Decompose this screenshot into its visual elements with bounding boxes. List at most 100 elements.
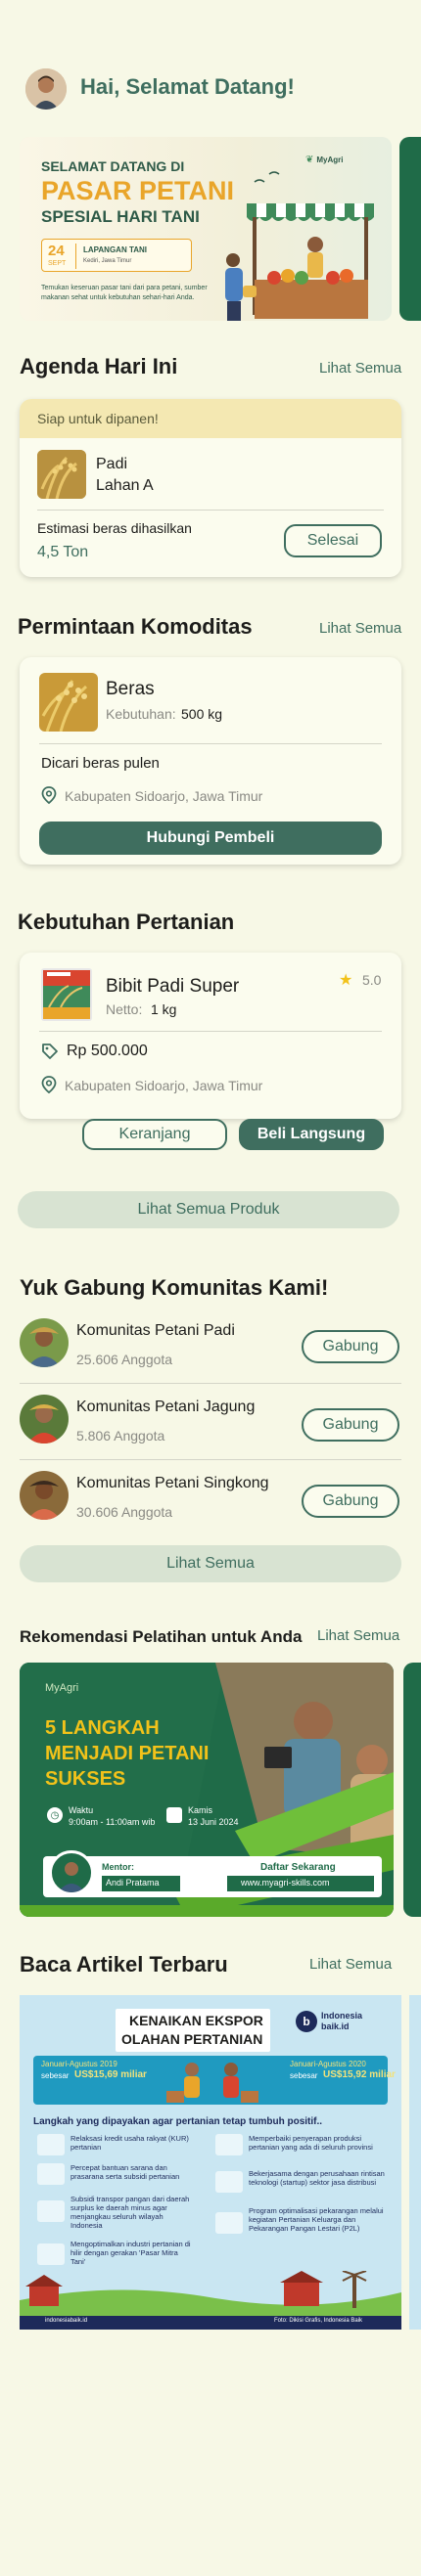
point-text: Bekerjasama dengan perusahaan rintisan t… bbox=[249, 2169, 385, 2187]
agenda-estimate-label: Estimasi beras dihasilkan bbox=[37, 520, 192, 536]
location-pin-icon bbox=[41, 786, 57, 804]
agenda-field: Lahan A bbox=[96, 477, 154, 494]
articles-see-all-link[interactable]: Lihat Semua bbox=[309, 1956, 392, 1973]
banner-date-badge: 24 SEPT LAPANGAN TANI Kediri, Jawa Timur bbox=[41, 239, 192, 272]
done-button[interactable]: Selesai bbox=[284, 524, 382, 557]
community-avatar bbox=[20, 1318, 69, 1367]
community-members: 25.606 Anggota bbox=[76, 1352, 173, 1367]
join-community-button[interactable]: Gabung bbox=[302, 1408, 399, 1442]
agenda-crop: Padi bbox=[96, 456, 128, 472]
article-headline2: OLAHAN PERTANIAN bbox=[121, 2031, 263, 2047]
cart-button[interactable]: Keranjang bbox=[82, 1119, 227, 1150]
market-stall-illustration bbox=[225, 171, 374, 321]
banner-brand-name: MyAgri bbox=[316, 155, 344, 164]
article-footer-right: Foto: Dikisi Grafis, Indonesia Baik bbox=[274, 2318, 363, 2324]
product-price: Rp 500.000 bbox=[67, 1043, 148, 1059]
banner-line2: PASAR PETANI bbox=[41, 176, 235, 205]
left-value-prefix: sebesar bbox=[41, 2071, 70, 2080]
buy-now-button[interactable]: Beli Langsung bbox=[239, 1119, 384, 1150]
commodity-title: Permintaan Komoditas bbox=[18, 614, 253, 639]
farmers-illustration bbox=[166, 2063, 258, 2103]
product-card[interactable]: Bibit Padi Super ★ 5.0 Netto: 1 kg Rp 50… bbox=[20, 953, 401, 1119]
community-item[interactable]: Komunitas Petani Padi 25.606 Anggota Gab… bbox=[20, 1318, 401, 1383]
join-community-button[interactable]: Gabung bbox=[302, 1330, 399, 1363]
see-all-products-button[interactable]: Lihat Semua Produk bbox=[18, 1191, 399, 1228]
right-value-prefix: sebesar bbox=[290, 2071, 318, 2080]
point-text: Memperbaiki penyerapan produksi pertania… bbox=[249, 2134, 373, 2152]
product-location: Kabupaten Sidoarjo, Jawa Timur bbox=[65, 1078, 263, 1093]
commodity-name: Beras bbox=[106, 679, 155, 699]
banner-venue-sub: Kediri, Jawa Timur bbox=[83, 258, 132, 264]
join-community-button[interactable]: Gabung bbox=[302, 1485, 399, 1518]
training-headline3: SUKSES bbox=[45, 1768, 126, 1790]
training-see-all-link[interactable]: Lihat Semua bbox=[317, 1627, 399, 1644]
community-item[interactable]: Komunitas Petani Singkong 30.606 Anggota… bbox=[20, 1471, 401, 1535]
banner-date-month: SEPT bbox=[48, 260, 67, 267]
agenda-estimate-value: 4,5 Ton bbox=[37, 544, 89, 560]
article-subhead: Langkah yang dipayakan agar pertanian te… bbox=[33, 2116, 323, 2127]
point-text: Mengoptimalkan industri pertanian di hil… bbox=[70, 2240, 191, 2266]
community-members: 30.606 Anggota bbox=[76, 1504, 173, 1520]
training-time-value: 9:00am - 11:00am wib bbox=[69, 1817, 156, 1827]
right-period: Januari-Agustus 2020 bbox=[290, 2060, 366, 2068]
calendar-icon bbox=[166, 1807, 182, 1823]
register-url[interactable]: www.myagri-skills.com bbox=[241, 1878, 330, 1888]
clock-icon: ◷ bbox=[47, 1807, 63, 1823]
community-name: Komunitas Petani Jagung bbox=[76, 1399, 256, 1415]
price-tag-icon bbox=[41, 1043, 59, 1060]
point-icon bbox=[215, 2171, 243, 2193]
commodity-card[interactable]: Beras Kebutuhan: 500 kg Dicari beras pul… bbox=[20, 657, 401, 865]
rice-plant-image bbox=[37, 450, 86, 499]
article-next[interactable] bbox=[409, 1995, 421, 2330]
community-name: Komunitas Petani Padi bbox=[76, 1322, 235, 1339]
commodity-divider bbox=[39, 743, 382, 744]
training-banner-next[interactable] bbox=[403, 1663, 421, 1917]
contact-buyer-button[interactable]: Hubungi Pembeli bbox=[39, 822, 382, 855]
rice-grain-image bbox=[39, 673, 98, 732]
point-icon bbox=[37, 2243, 65, 2265]
training-brand: MyAgri bbox=[45, 1682, 79, 1694]
community-members: 5.806 Anggota bbox=[76, 1428, 165, 1443]
seed-package-image bbox=[39, 966, 94, 1023]
promo-banner[interactable]: SELAMAT DATANG DI PASAR PETANI SPESIAL H… bbox=[20, 137, 392, 321]
banner-line1: SELAMAT DATANG DI bbox=[41, 158, 185, 174]
product-netto-label: Netto: bbox=[106, 1001, 143, 1017]
community-avatar bbox=[20, 1471, 69, 1520]
banner-date-day: 24 bbox=[48, 243, 65, 259]
product-netto-value: 1 kg bbox=[151, 1001, 177, 1017]
article-headline1: KENAIKAN EKSPOR bbox=[129, 2013, 263, 2028]
source-logo-icon: b bbox=[296, 2011, 317, 2032]
left-value: US$15,69 miliar bbox=[74, 2069, 147, 2080]
commodity-see-all-link[interactable]: Lihat Semua bbox=[319, 620, 401, 637]
commodity-location: Kabupaten Sidoarjo, Jawa Timur bbox=[65, 788, 263, 804]
banner-line3: SPESIAL HARI TANI bbox=[41, 207, 200, 226]
banner-desc: Temukan keseruan pasar tani dari para pe… bbox=[41, 285, 208, 301]
location-pin-icon bbox=[41, 1076, 57, 1093]
community-divider bbox=[20, 1383, 401, 1384]
community-name: Komunitas Petani Singkong bbox=[76, 1475, 269, 1491]
mentor-label: Mentor: bbox=[102, 1862, 134, 1872]
article-infographic[interactable]: KENAIKAN EKSPOR OLAHAN PERTANIAN b Indon… bbox=[20, 1995, 401, 2330]
community-see-all-button[interactable]: Lihat Semua bbox=[20, 1545, 401, 1582]
community-divider bbox=[20, 1459, 401, 1460]
product-divider bbox=[39, 1031, 382, 1032]
agenda-see-all-link[interactable]: Lihat Semua bbox=[319, 360, 401, 377]
register-label: Daftar Sekarang bbox=[260, 1862, 336, 1873]
mentor-avatar bbox=[49, 1850, 94, 1895]
point-text: Program optimalisasi pekarangan melalui … bbox=[249, 2206, 384, 2233]
point-icon bbox=[215, 2212, 243, 2234]
training-headline1: 5 LANGKAH bbox=[45, 1717, 160, 1739]
agenda-status: Siap untuk dipanen! bbox=[37, 411, 159, 426]
promo-banner-next[interactable] bbox=[399, 137, 421, 321]
community-item[interactable]: Komunitas Petani Jagung 5.806 Anggota Ga… bbox=[20, 1395, 401, 1459]
community-title: Yuk Gabung Komunitas Kami! bbox=[20, 1275, 329, 1300]
greeting-title: Hai, Selamat Datang! bbox=[80, 74, 295, 99]
product-name: Bibit Padi Super bbox=[106, 976, 240, 997]
avatar[interactable] bbox=[25, 68, 67, 110]
training-banner[interactable]: MyAgri 5 LANGKAH MENJADI PETANI SUKSES ◷… bbox=[20, 1663, 394, 1917]
avatar-image bbox=[25, 68, 67, 110]
mentor-name: Andi Pratama bbox=[106, 1878, 160, 1888]
left-period: Januari-Agustus 2019 bbox=[41, 2060, 117, 2068]
agenda-card[interactable]: Siap untuk dipanen! Padi Lahan A Estimas… bbox=[20, 399, 401, 577]
product-rating: 5.0 bbox=[362, 972, 382, 988]
